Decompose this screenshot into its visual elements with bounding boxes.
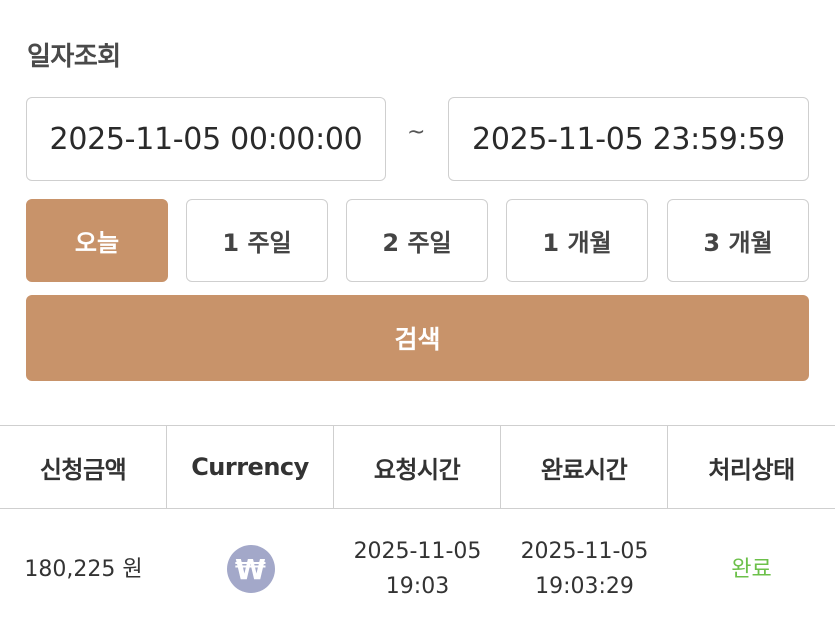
requested-time-cell: 2025-11-05 19:03	[334, 509, 501, 629]
completed-time-cell: 2025-11-05 19:03:29	[501, 509, 668, 629]
range-today-button[interactable]: 오늘	[26, 199, 168, 282]
column-header-requested-time: 요청시간	[334, 426, 501, 508]
range-1-month-button[interactable]: 1 개월	[506, 199, 648, 282]
range-separator: ~	[407, 120, 426, 145]
column-header-completed-time: 완료시간	[501, 426, 668, 508]
won-symbol: ₩	[235, 552, 266, 586]
history-table: 신청금액 Currency 요청시간 완료시간 처리상태 180,225 원 ₩…	[0, 425, 835, 629]
column-header-status: 처리상태	[708, 455, 795, 484]
column-header-currency: Currency	[167, 426, 334, 508]
status-badge: 완료	[731, 556, 772, 582]
search-button[interactable]: 검색	[26, 295, 809, 381]
range-3-months-button[interactable]: 3 개월	[667, 199, 809, 282]
requested-time: 19:03	[385, 574, 450, 599]
completed-date: 2025-11-05	[520, 539, 649, 564]
transaction-history-page: 일자조회 2025-11-05 00:00:00 ~ 2025-11-05 23…	[0, 0, 835, 631]
start-datetime-field[interactable]: 2025-11-05 00:00:00	[26, 97, 386, 181]
range-1-week-button[interactable]: 1 주일	[186, 199, 328, 282]
range-2-weeks-button[interactable]: 2 주일	[346, 199, 488, 282]
table-header: 신청금액 Currency 요청시간 완료시간 처리상태	[0, 425, 835, 509]
range-button-group: 오늘 1 주일 2 주일 1 개월 3 개월	[26, 199, 809, 282]
status-cell: 완료	[668, 509, 835, 629]
currency-cell: ₩	[167, 509, 334, 629]
completed-time: 19:03:29	[535, 574, 634, 599]
end-datetime-field[interactable]: 2025-11-05 23:59:59	[448, 97, 809, 181]
column-header-amount: 신청금액	[0, 426, 167, 508]
section-title: 일자조회	[27, 42, 121, 72]
amount-value: 180,225 원	[24, 556, 143, 582]
table-row[interactable]: 180,225 원 ₩ 2025-11-05 19:03 2025-11-05 …	[0, 509, 835, 629]
requested-date: 2025-11-05	[353, 539, 482, 564]
amount-cell: 180,225 원	[0, 509, 167, 629]
won-icon: ₩	[226, 545, 275, 593]
